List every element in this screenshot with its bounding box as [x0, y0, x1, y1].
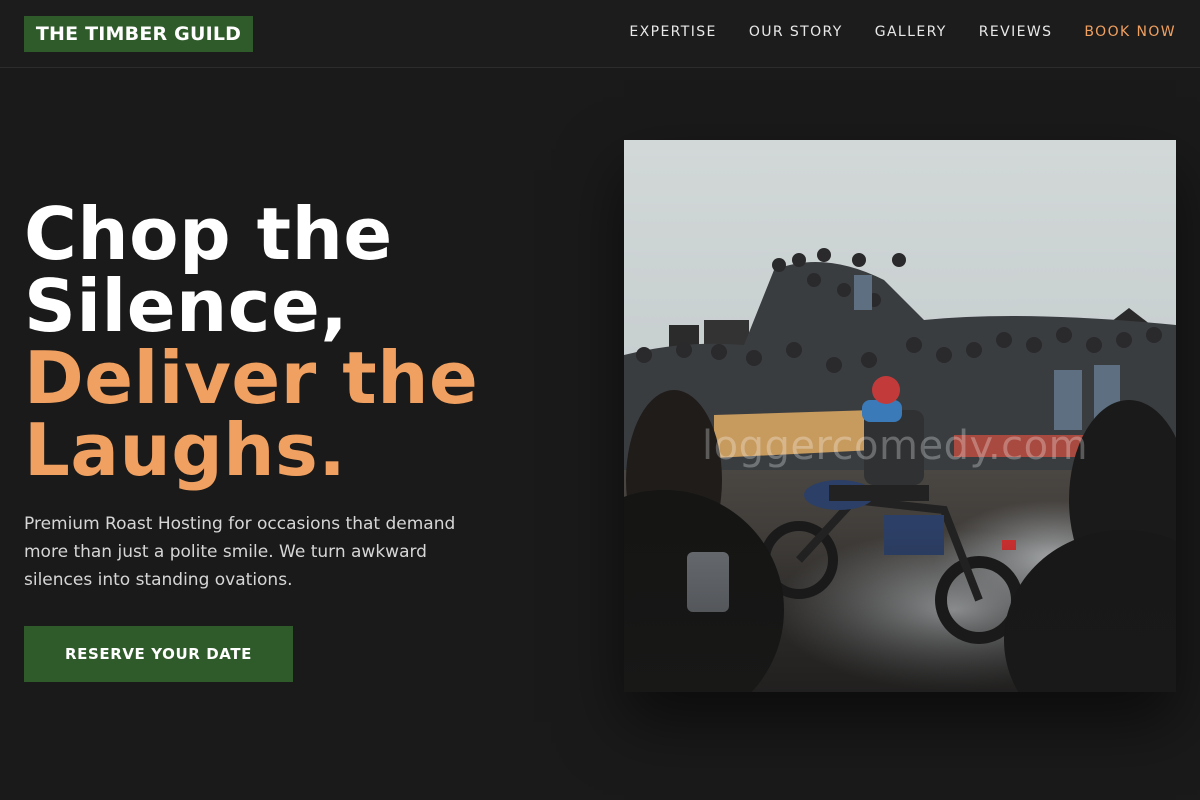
motorcycle-burnout-crowd-photo	[624, 140, 1176, 692]
headline-line-3: Deliver the	[24, 336, 479, 420]
nav-link-gallery[interactable]: GALLERY	[875, 24, 947, 40]
photo-watermark: loggercomedy.com	[702, 423, 1089, 469]
hero-subtext: Premium Roast Hosting for occasions that…	[24, 514, 456, 590]
headline-line-1: Chop the	[24, 192, 393, 276]
headline-line-4: Laughs.	[24, 408, 347, 492]
brand-logo[interactable]: THE TIMBER GUILD	[24, 16, 253, 52]
top-nav: THE TIMBER GUILD EXPERTISE OUR STORY GAL…	[0, 0, 1200, 68]
nav-link-reviews[interactable]: REVIEWS	[979, 24, 1053, 40]
nav-link-our-story[interactable]: OUR STORY	[749, 24, 843, 40]
headline-line-2: Silence,	[24, 264, 349, 348]
nav-link-book-now[interactable]: BOOK NOW	[1084, 24, 1176, 40]
nav-links: EXPERTISE OUR STORY GALLERY REVIEWS BOOK…	[629, 0, 1176, 64]
hero-photo: loggercomedy.com	[624, 140, 1176, 692]
hero-headline: Chop the Silence, Deliver the Laughs.	[24, 198, 604, 486]
reserve-date-button[interactable]: RESERVE YOUR DATE	[24, 626, 293, 682]
nav-link-expertise[interactable]: EXPERTISE	[629, 24, 716, 40]
